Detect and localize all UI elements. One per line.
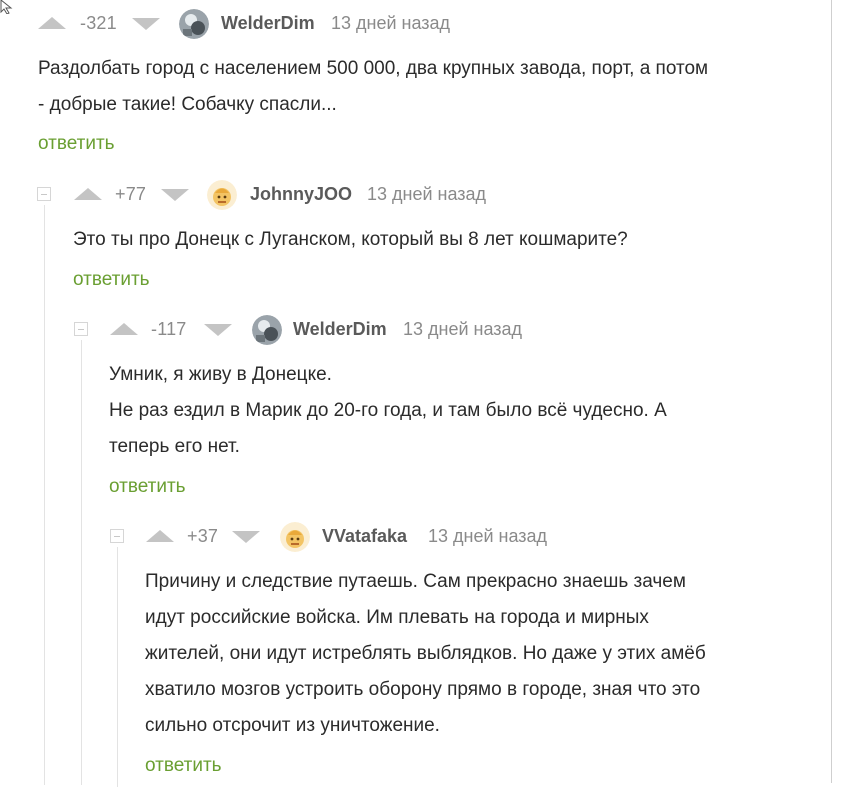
avatar[interactable] [207,180,237,210]
comment-rating: -117 [151,319,187,339]
comment-author[interactable]: VVatafaka [322,526,407,547]
thread-branch-line[interactable] [81,340,82,785]
avatar[interactable] [252,315,282,345]
comment-text-line: сильно отсрочит из уничтожение. [145,715,440,736]
comment-header: -321 WelderDim 13 дней назад [0,8,830,40]
comment-text-line: - добрые такие! Собачку спасли... [38,94,337,115]
comment-header: +77 JohnnyJOO 13 дней назад [37,179,830,211]
comment-text-line: Раздолбать город с населением 500 000, д… [38,58,709,79]
reply-link[interactable]: ответить [38,133,115,155]
comment-1: -321 WelderDim 13 дней назад Раздолбать … [0,8,830,168]
comment-text-line: идут российские войска. Им плевать на го… [145,607,649,628]
comment-4: +37 VVatafaka 13 дней назад Причину и сл… [110,521,830,787]
thread-branch-line[interactable] [44,205,45,785]
thread-branch-line[interactable] [117,547,118,787]
comment-author[interactable]: WelderDim [221,13,315,34]
vote-down-icon[interactable] [232,531,260,543]
reply-link[interactable]: ответить [145,755,222,777]
reply-link[interactable]: ответить [73,269,150,291]
comment-time[interactable]: 13 дней назад [428,526,547,547]
reply-link[interactable]: ответить [109,476,186,498]
comment-text-line: хватило мозгов устроить оборону прямо в … [145,679,701,700]
collapse-thread-button[interactable] [110,529,124,543]
collapse-thread-button[interactable] [74,322,88,336]
avatar[interactable] [280,522,310,552]
vote-down-icon[interactable] [132,18,160,30]
comment-text-line: Умник, я живу в Донецке. [109,364,332,385]
comment-time[interactable]: 13 дней назад [403,319,522,340]
vote-down-icon[interactable] [161,189,189,201]
comment-text-line: жителей, они идут истреблять выблядков. … [145,643,706,664]
comment-time[interactable]: 13 дней назад [367,184,486,205]
vote-down-icon[interactable] [204,324,232,336]
comment-author[interactable]: JohnnyJOO [250,184,352,205]
avatar[interactable] [179,9,209,39]
comment-author[interactable]: WelderDim [293,319,387,340]
comment-rating: +37 [187,526,219,546]
comment-header: -117 WelderDim 13 дней назад [74,314,830,346]
comment-rating: +77 [115,184,147,204]
vote-up-icon[interactable] [74,188,102,200]
vote-up-icon[interactable] [146,530,174,542]
comment-rating: -321 [80,13,117,33]
collapse-thread-button[interactable] [37,187,51,201]
scrollbar-edge [831,0,832,783]
comment-text-line: Причину и следствие путаешь. Сам прекрас… [145,571,686,592]
vote-up-icon[interactable] [38,17,66,29]
comment-text-line: Это ты про Донецк с Луганском, который в… [73,229,628,250]
comment-text-line: Не раз ездил в Марик до 20-го года, и та… [109,400,667,421]
comment-time[interactable]: 13 дней назад [331,13,450,34]
vote-up-icon[interactable] [110,323,138,335]
comment-header: +37 VVatafaka 13 дней назад [110,521,830,553]
comment-text-line: теперь его нет. [109,436,240,457]
